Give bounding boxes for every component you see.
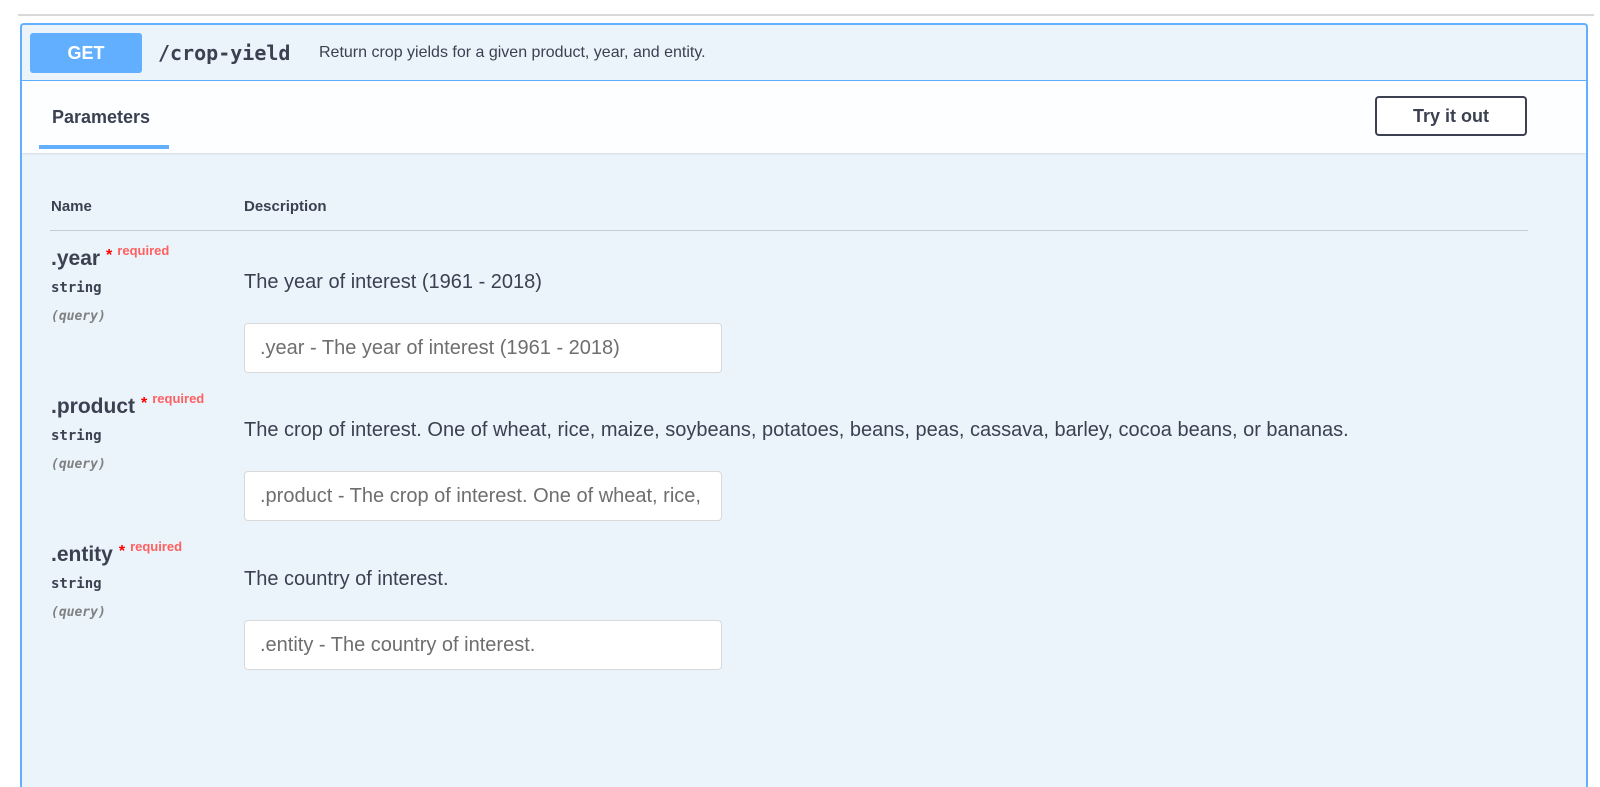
section-header: Parameters Try it out xyxy=(22,81,1586,153)
param-product-type: string xyxy=(51,428,102,444)
param-entity-location: (query) xyxy=(51,605,106,620)
method-badge[interactable]: GET xyxy=(30,33,142,73)
param-entity-label: .entity xyxy=(51,543,113,566)
operation-path[interactable]: /crop-yield xyxy=(158,41,290,65)
tab-parameters-label: Parameters xyxy=(52,107,151,127)
param-year-type: string xyxy=(51,280,102,296)
param-product-location: (query) xyxy=(51,457,106,472)
param-year-name: .year * required xyxy=(51,243,169,273)
page: GET /crop-yield Return crop yields for a… xyxy=(0,0,1600,787)
required-label: required xyxy=(130,539,183,554)
required-label: required xyxy=(117,243,170,258)
column-header-name: Name xyxy=(51,198,92,215)
param-product-description: The crop of interest. One of wheat, rice… xyxy=(244,419,1349,441)
active-tab-indicator xyxy=(39,145,169,149)
param-entity-type: string xyxy=(51,576,102,592)
param-product-input[interactable] xyxy=(244,471,722,521)
operation-block: GET /crop-yield Return crop yields for a… xyxy=(20,23,1588,787)
param-entity-description: The country of interest. xyxy=(244,568,449,590)
param-year-description: The year of interest (1961 - 2018) xyxy=(244,271,542,293)
required-star: * xyxy=(118,543,126,560)
header-divider xyxy=(50,230,1528,231)
operation-description: Return crop yields for a given product, … xyxy=(319,44,706,61)
required-label: required xyxy=(152,391,205,406)
try-it-out-button[interactable]: Try it out xyxy=(1375,96,1527,136)
top-divider xyxy=(18,14,1594,16)
column-header-description: Description xyxy=(244,198,327,215)
param-product-label: .product xyxy=(51,395,135,418)
param-entity-name: .entity * required xyxy=(51,539,182,569)
required-star: * xyxy=(106,247,113,264)
param-product-name: .product * required xyxy=(51,391,204,421)
required-star: * xyxy=(141,395,148,412)
tab-parameters[interactable]: Parameters xyxy=(39,81,169,153)
param-entity-input[interactable] xyxy=(244,620,722,670)
param-year-input[interactable] xyxy=(244,323,722,373)
operation-summary[interactable]: GET /crop-yield Return crop yields for a… xyxy=(22,25,1586,81)
param-year-location: (query) xyxy=(51,309,106,324)
param-year-label: .year xyxy=(51,247,101,270)
